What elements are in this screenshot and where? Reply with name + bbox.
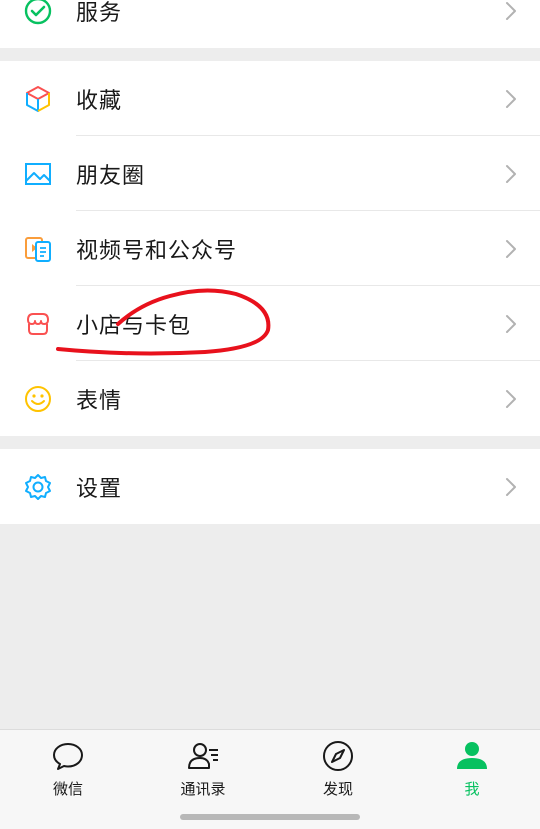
- menu-item-favorites[interactable]: 收藏: [0, 61, 540, 136]
- chevron-right-icon: [506, 89, 516, 108]
- menu-item-shop-card[interactable]: 小店与卡包: [0, 286, 540, 361]
- tab-chats[interactable]: 微信: [18, 738, 118, 799]
- tab-contacts[interactable]: 通讯录: [153, 738, 253, 799]
- favorites-cube-icon: [22, 83, 54, 115]
- menu-item-services[interactable]: 服务: [0, 0, 540, 48]
- me-person-icon: [454, 738, 490, 774]
- chevron-right-icon: [506, 2, 516, 20]
- tab-label: 我: [464, 780, 480, 798]
- menu-item-stickers[interactable]: 表情: [0, 361, 540, 436]
- menu-group-services: 服务: [0, 0, 540, 48]
- menu-group-settings: 设置: [0, 449, 540, 524]
- chevron-right-icon: [506, 239, 516, 258]
- tab-label: 微信: [52, 780, 83, 798]
- tab-discover[interactable]: 发现: [288, 738, 388, 799]
- tab-label: 发现: [322, 780, 353, 798]
- menu-item-label: 服务: [76, 1, 123, 26]
- tab-me[interactable]: 我: [422, 738, 522, 799]
- menu-item-label: 小店与卡包: [76, 313, 192, 339]
- menu-item-label: 设置: [76, 476, 123, 502]
- shop-card-icon: [22, 308, 54, 340]
- chevron-right-icon: [506, 477, 516, 496]
- menu-item-channels[interactable]: 视频号和公众号: [0, 211, 540, 286]
- menu-item-label: 视频号和公众号: [76, 238, 238, 264]
- sticker-smile-icon: [22, 383, 54, 415]
- moments-picture-icon: [22, 158, 54, 190]
- menu-item-label: 表情: [76, 388, 123, 414]
- chevron-right-icon: [506, 314, 516, 333]
- services-icon: [22, 0, 54, 27]
- menu-item-settings[interactable]: 设置: [0, 449, 540, 524]
- home-indicator: [180, 814, 360, 820]
- menu-item-label: 朋友圈: [76, 163, 146, 189]
- settings-gear-icon: [22, 471, 54, 503]
- tab-label: 通讯录: [180, 780, 226, 798]
- chevron-right-icon: [506, 389, 516, 408]
- menu-item-moments[interactable]: 朋友圈: [0, 136, 540, 211]
- menu-item-label: 收藏: [76, 88, 123, 114]
- chevron-right-icon: [506, 164, 516, 183]
- menu-group-main: 收藏 朋友圈 视频号和公众号 小店与卡包 表情: [0, 61, 540, 436]
- chat-bubble-icon: [50, 738, 86, 774]
- channels-video-icon: [22, 233, 54, 265]
- contacts-icon: [185, 738, 221, 774]
- compass-icon: [320, 738, 356, 774]
